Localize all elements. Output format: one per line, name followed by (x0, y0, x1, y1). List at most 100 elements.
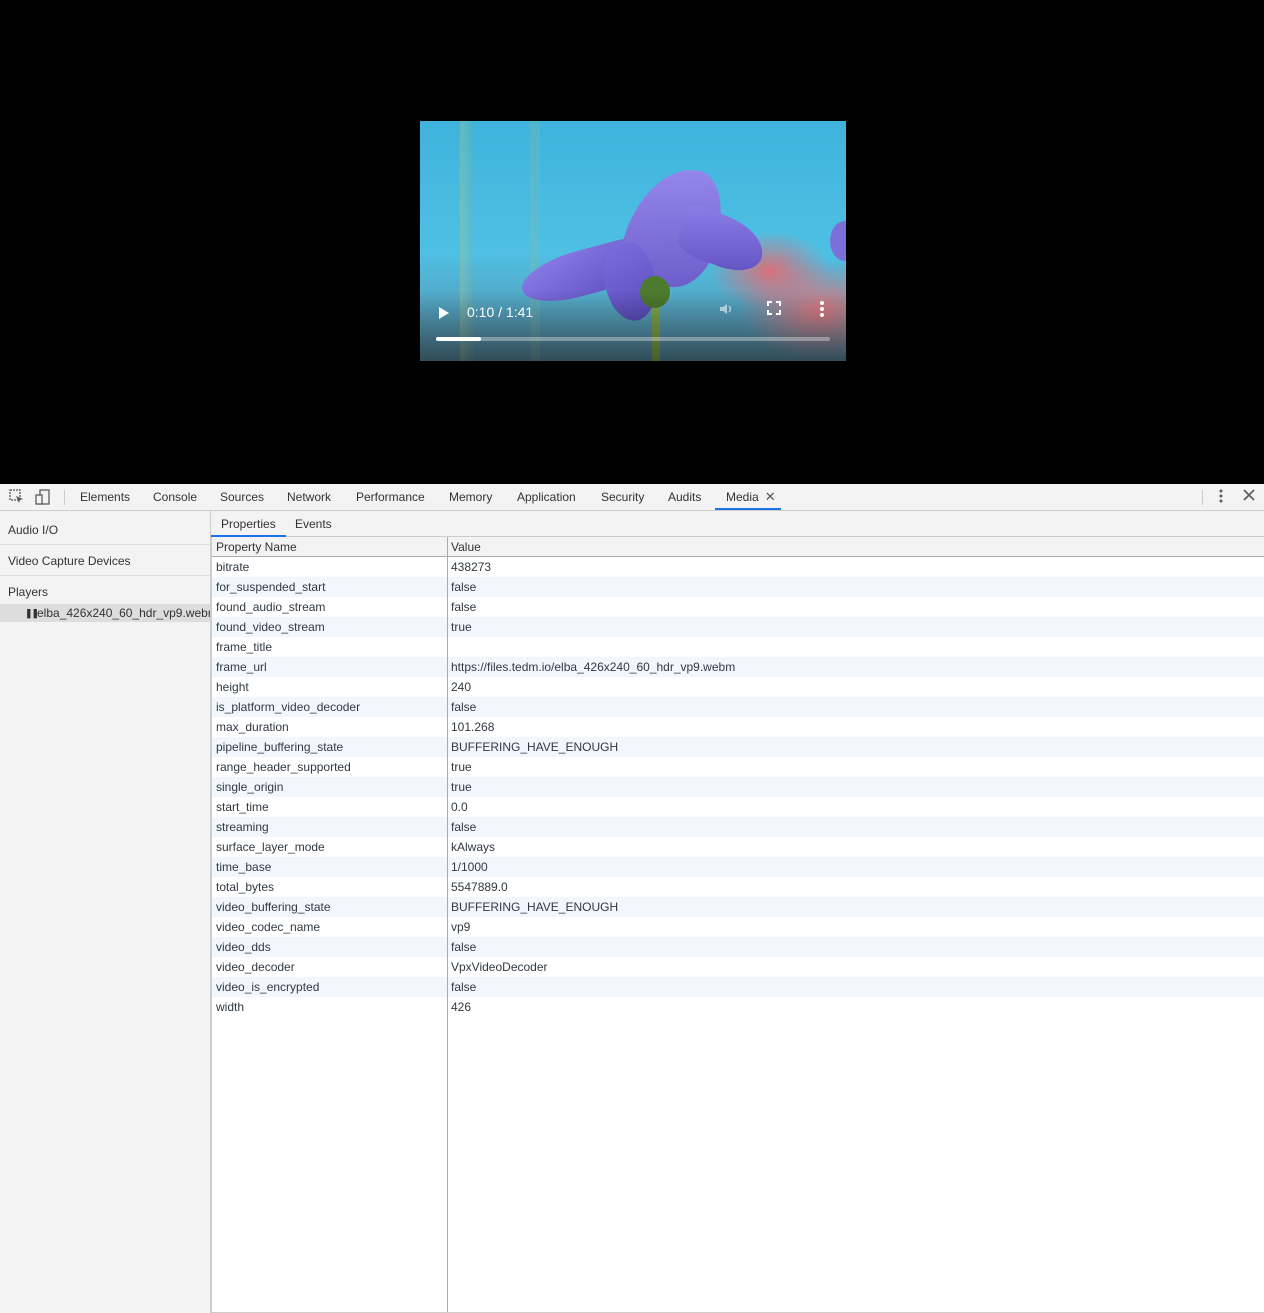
table-row[interactable]: range_header_supported true (212, 757, 1264, 777)
property-name-cell: video_codec_name (216, 920, 321, 934)
column-divider (447, 537, 448, 1313)
table-row[interactable]: pipeline_buffering_state BUFFERING_HAVE_E… (212, 737, 1264, 757)
table-row[interactable]: video_codec_name vp9 (212, 917, 1264, 937)
table-row[interactable]: found_video_stream true (212, 617, 1264, 637)
table-row[interactable]: height 240 (212, 677, 1264, 697)
property-name-cell: video_dds (216, 940, 271, 954)
table-header: Property Name Value (212, 537, 1264, 557)
property-value-cell: true (451, 620, 472, 634)
property-value-cell: 426 (451, 1000, 472, 1014)
video-progress-track[interactable] (436, 337, 830, 341)
customize-menu-icon[interactable] (1213, 489, 1229, 505)
property-name-cell: range_header_supported (216, 760, 351, 774)
tab-events[interactable]: Events (295, 511, 332, 536)
table-row[interactable]: bitrate 438273 (212, 557, 1264, 577)
player-name: elba_426x240_60_hdr_vp9.webm (37, 606, 210, 620)
property-value-cell: VpxVideoDecoder (451, 960, 548, 974)
property-name-cell: video_is_encrypted (216, 980, 320, 994)
flower-petal (830, 221, 846, 261)
property-value-cell: false (451, 940, 477, 954)
table-row[interactable]: surface_layer_mode kAlways (212, 837, 1264, 857)
property-value-cell: false (451, 700, 477, 714)
video-player[interactable]: 0:10 / 1:41 (420, 121, 846, 361)
property-name-cell: max_duration (216, 720, 289, 734)
property-value-cell: false (451, 580, 477, 594)
property-name-cell: single_origin (216, 780, 284, 794)
property-name-cell: is_platform_video_decoder (216, 700, 361, 714)
inspect-element-icon[interactable] (8, 489, 24, 505)
column-header-value[interactable]: Value (451, 540, 481, 554)
table-row[interactable]: video_buffering_state BUFFERING_HAVE_ENOU… (212, 897, 1264, 917)
property-name-cell: found_audio_stream (216, 600, 326, 614)
tab-properties[interactable]: Properties (221, 511, 276, 536)
tab-network[interactable]: Network (287, 484, 331, 510)
property-value-cell: 240 (451, 680, 472, 694)
tab-performance[interactable]: Performance (356, 484, 425, 510)
tab-sources[interactable]: Sources (220, 484, 264, 510)
table-row[interactable]: max_duration 101.268 (212, 717, 1264, 737)
property-name-cell: height (216, 680, 249, 694)
tab-media[interactable]: Media ✕ (726, 484, 776, 510)
table-row[interactable]: video_is_encrypted false (212, 977, 1264, 997)
table-row[interactable]: streaming false (212, 817, 1264, 837)
toolbar-divider (64, 490, 65, 505)
media-subtabs: Properties Events (211, 511, 1264, 537)
property-name-cell: streaming (216, 820, 269, 834)
property-name-cell: bitrate (216, 560, 250, 574)
tab-console[interactable]: Console (153, 484, 197, 510)
property-name-cell: total_bytes (216, 880, 275, 894)
table-row[interactable]: time_base 1/1000 (212, 857, 1264, 877)
property-name-cell: video_buffering_state (216, 900, 331, 914)
property-value-cell: https://files.tedm.io/elba_426x240_60_hd… (451, 660, 736, 674)
property-value-cell: true (451, 760, 472, 774)
tab-security[interactable]: Security (601, 484, 644, 510)
close-tab-icon[interactable]: ✕ (765, 489, 776, 504)
tab-application[interactable]: Application (517, 484, 576, 510)
video-progress-fill (436, 337, 482, 341)
table-row[interactable]: total_bytes 5547889.0 (212, 877, 1264, 897)
property-value-cell: 438273 (451, 560, 492, 574)
property-name-cell: frame_url (216, 660, 267, 674)
property-value-cell: kAlways (451, 840, 496, 854)
page-viewport: 0:10 / 1:41 (0, 0, 1264, 484)
table-row[interactable]: for_suspended_start false (212, 577, 1264, 597)
play-icon[interactable] (439, 307, 449, 319)
table-row[interactable]: video_dds false (212, 937, 1264, 957)
property-value-cell: BUFFERING_HAVE_ENOUGH (451, 740, 619, 754)
device-toolbar-icon[interactable] (35, 489, 51, 505)
table-row[interactable]: found_audio_stream false (212, 597, 1264, 617)
column-header-property-name[interactable]: Property Name (216, 540, 297, 554)
more-options-icon[interactable] (812, 301, 832, 321)
close-devtools-icon[interactable] (1241, 489, 1257, 505)
sidebar-item-video-capture-devices[interactable]: Video Capture Devices (8, 554, 131, 568)
table-row[interactable]: single_origin true (212, 777, 1264, 797)
property-name-cell: pipeline_buffering_state (216, 740, 344, 754)
property-value-cell: false (451, 820, 477, 834)
table-row[interactable]: frame_url https://files.tedm.io/elba_426x… (212, 657, 1264, 677)
table-row[interactable]: start_time 0.0 (212, 797, 1264, 817)
table-row[interactable]: width 426 (212, 997, 1264, 1017)
sidebar-divider (0, 544, 210, 545)
property-value-cell: 101.268 (451, 720, 495, 734)
table-row[interactable]: is_platform_video_decoder false (212, 697, 1264, 717)
property-value-cell: vp9 (451, 920, 471, 934)
property-name-cell: video_decoder (216, 960, 295, 974)
fullscreen-icon[interactable] (764, 301, 784, 321)
sidebar-item-audio-io[interactable]: Audio I/O (8, 523, 58, 537)
tab-audits[interactable]: Audits (668, 484, 701, 510)
tab-memory[interactable]: Memory (449, 484, 492, 510)
toolbar-divider (1202, 490, 1203, 505)
property-value-cell: 0.0 (451, 800, 468, 814)
tab-elements[interactable]: Elements (80, 484, 130, 510)
property-value-cell: false (451, 600, 477, 614)
sidebar-players-heading: Players (8, 585, 49, 599)
property-name-cell: width (216, 1000, 245, 1014)
property-name-cell: time_base (216, 860, 272, 874)
table-body: bitrate 438273 for_suspended_start false fou… (212, 557, 1264, 1017)
property-name-cell: surface_layer_mode (216, 840, 325, 854)
volume-icon[interactable] (716, 301, 736, 321)
table-row[interactable]: frame_title (212, 637, 1264, 657)
sidebar-item-player[interactable]: ❚❚ elba_426x240_60_hdr_vp9.webm (0, 604, 210, 622)
table-row[interactable]: video_decoder VpxVideoDecoder (212, 957, 1264, 977)
property-name-cell: for_suspended_start (216, 580, 326, 594)
